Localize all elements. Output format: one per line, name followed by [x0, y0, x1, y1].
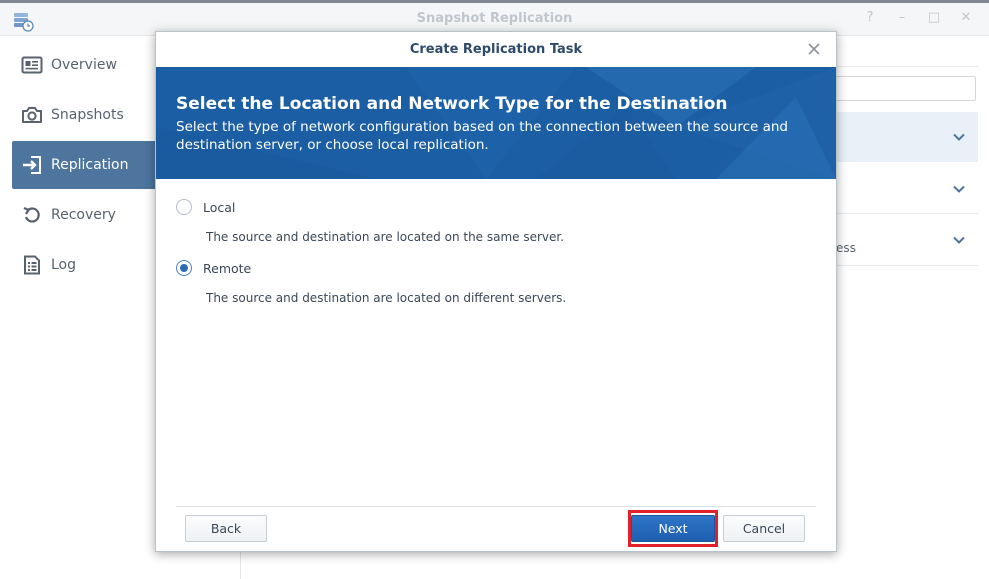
footer-divider: [176, 506, 816, 507]
create-replication-dialog: Create Replication Task Select the Locat…: [155, 31, 837, 552]
option-local-description: The source and destination are located o…: [206, 230, 565, 244]
dialog-banner: Select the Location and Network Type for…: [156, 67, 836, 179]
option-remote[interactable]: Remote: [176, 260, 251, 276]
option-local[interactable]: Local: [176, 199, 235, 215]
option-remote-description: The source and destination are located o…: [206, 291, 567, 305]
option-local-label[interactable]: Local: [203, 200, 235, 215]
banner-heading: Select the Location and Network Type for…: [176, 94, 728, 114]
cancel-button[interactable]: Cancel: [723, 515, 805, 542]
next-button-highlight: [628, 510, 718, 547]
radio-local[interactable]: [176, 199, 192, 215]
dialog-header: Create Replication Task: [156, 32, 836, 67]
option-remote-label[interactable]: Remote: [203, 261, 251, 276]
dialog-title: Create Replication Task: [409, 42, 583, 57]
close-icon[interactable]: [806, 41, 822, 57]
radio-remote[interactable]: [176, 260, 192, 276]
back-button[interactable]: Back: [185, 515, 267, 542]
banner-description: Select the type of network configuration…: [176, 119, 788, 153]
